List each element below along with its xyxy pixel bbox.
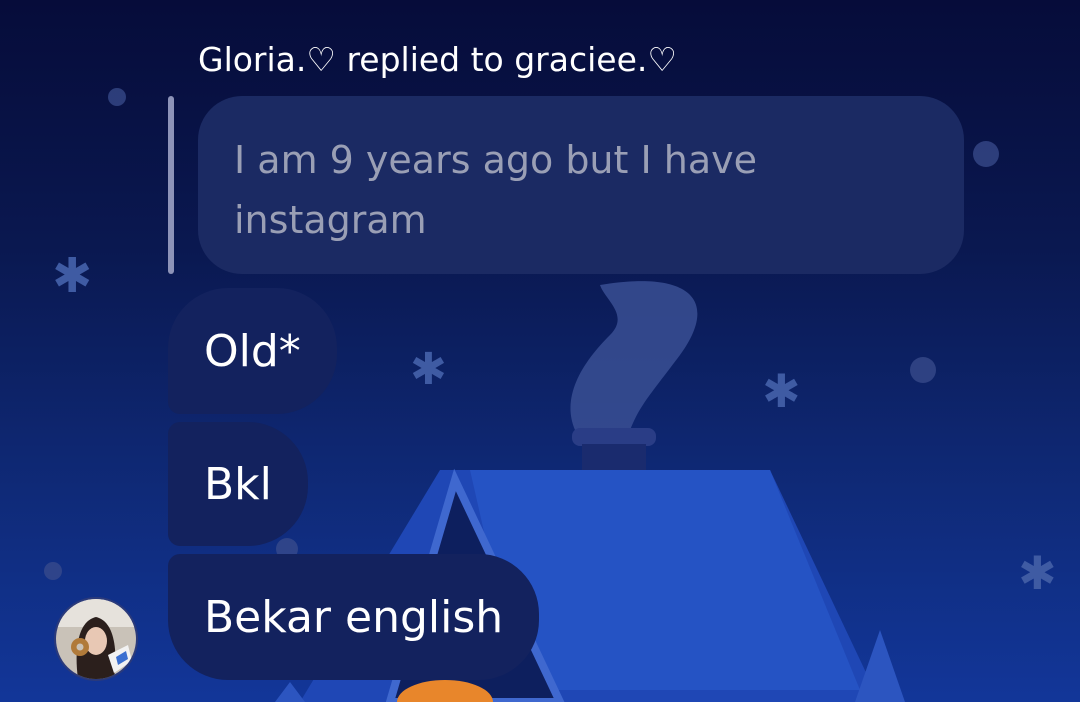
chimney-cap bbox=[572, 428, 656, 446]
snow-dot bbox=[973, 141, 999, 167]
message-bubble[interactable]: Bekar english bbox=[168, 554, 540, 680]
reply-context-label: Gloria.♡ replied to graciee.♡ bbox=[198, 40, 677, 79]
profile-photo-icon bbox=[56, 599, 136, 679]
snow-dot bbox=[910, 357, 936, 383]
snowflake-icon: ✱ bbox=[410, 344, 447, 395]
snow-dot bbox=[44, 562, 62, 580]
snow-dot bbox=[108, 88, 126, 106]
sender-avatar[interactable] bbox=[54, 597, 138, 681]
snowflake-icon: ✱ bbox=[762, 364, 801, 418]
snowflake-icon: ✱ bbox=[52, 248, 93, 304]
message-bubble[interactable]: Bkl bbox=[168, 422, 308, 546]
chimney bbox=[582, 444, 646, 470]
snowflake-icon: ✱ bbox=[1018, 546, 1057, 600]
quoted-message-bubble[interactable]: I am 9 years ago but I have instagram bbox=[198, 96, 964, 274]
reply-indicator-bar bbox=[168, 96, 174, 274]
chimney-smoke bbox=[570, 281, 698, 430]
message-bubble[interactable]: Old* bbox=[168, 288, 337, 414]
